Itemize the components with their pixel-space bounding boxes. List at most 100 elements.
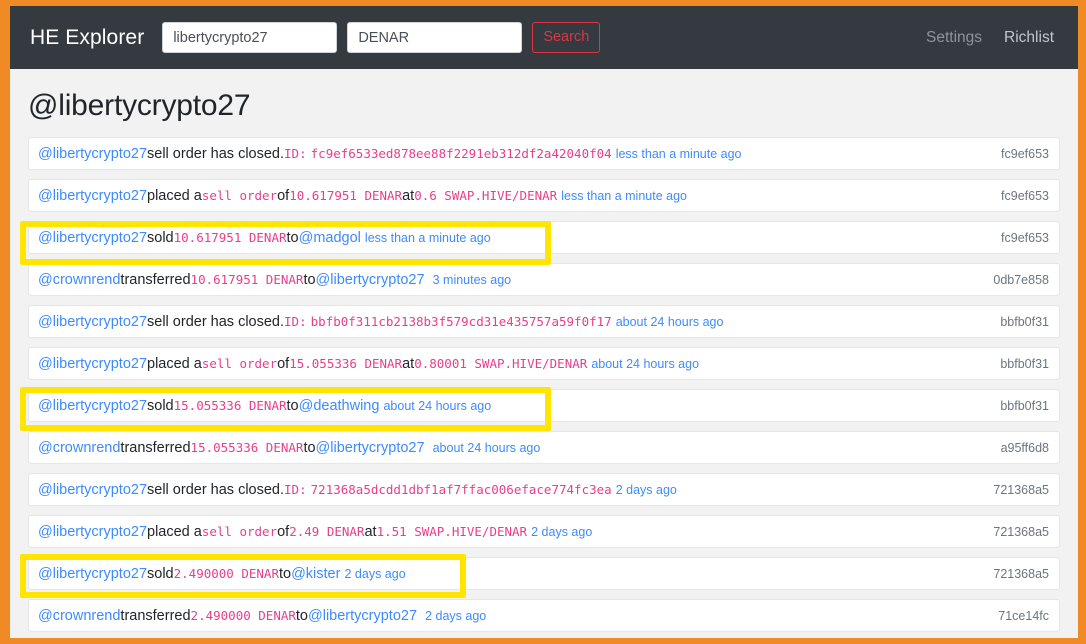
transaction-id[interactable]: 721368a5 xyxy=(979,483,1049,497)
top-navbar: HE Explorer Search Settings Richlist xyxy=(10,6,1078,69)
activity-row[interactable]: @libertycrypto27 sell order has closed. … xyxy=(28,137,1060,170)
account-link[interactable]: @libertycrypto27 xyxy=(316,272,425,288)
transaction-id[interactable]: a95ff6d8 xyxy=(987,441,1049,455)
account-link[interactable]: @crownrend xyxy=(38,272,120,288)
token-value: sell order xyxy=(201,355,278,371)
account-link[interactable]: @crownrend xyxy=(38,608,120,624)
activity-row[interactable]: @libertycrypto27 sold 10.617951 DENAR to… xyxy=(28,221,1060,254)
row-text: transferred xyxy=(120,271,191,288)
activity-row-text: @libertycrypto27 sell order has closed. … xyxy=(38,314,723,330)
nav-link-richlist[interactable]: Richlist xyxy=(1004,29,1054,47)
account-link[interactable]: @libertycrypto27 xyxy=(308,608,417,624)
token-value: 10.617951 DENAR xyxy=(190,271,304,287)
account-link[interactable]: @libertycrypto27 xyxy=(38,566,147,582)
row-text: sold xyxy=(147,397,174,414)
activity-row[interactable]: @libertycrypto27 sell order has closed. … xyxy=(28,473,1060,506)
token-value: ID: xyxy=(284,313,307,329)
transaction-id[interactable]: 0db7e858 xyxy=(979,273,1049,287)
token-value: 1.51 SWAP.HIVE/DENAR xyxy=(376,523,528,539)
row-text: placed a xyxy=(147,187,202,204)
token-value: 10.617951 DENAR xyxy=(289,187,403,203)
transaction-id[interactable]: fc9ef653 xyxy=(987,189,1049,203)
activity-row[interactable]: @crownrend transferred 10.617951 DENAR t… xyxy=(28,263,1060,296)
account-link[interactable]: @libertycrypto27 xyxy=(38,188,147,204)
symbol-search-input[interactable] xyxy=(347,22,523,53)
brand-logo[interactable]: HE Explorer xyxy=(30,26,144,50)
account-link[interactable]: @libertycrypto27 xyxy=(38,230,147,246)
row-text xyxy=(425,440,433,456)
token-value: 721368a5dcdd1dbf1af7ffac006eface774fc3ea xyxy=(310,481,612,497)
account-link[interactable]: @deathwing xyxy=(299,398,380,414)
row-text: placed a xyxy=(147,523,202,540)
browser-viewport: HE Explorer Search Settings Richlist @li… xyxy=(10,6,1078,638)
activity-row[interactable]: @libertycrypto27 placed a sell order of … xyxy=(28,179,1060,212)
row-text: to xyxy=(303,271,316,288)
row-text: transferred xyxy=(120,607,191,624)
row-text: at xyxy=(402,355,415,372)
row-text xyxy=(425,272,433,288)
account-link[interactable]: @libertycrypto27 xyxy=(38,524,147,540)
activity-row[interactable]: @libertycrypto27 sold 15.055336 DENAR to… xyxy=(28,389,1060,422)
relative-time: about 24 hours ago xyxy=(432,440,541,455)
search-form: Search xyxy=(162,22,601,53)
activity-row[interactable]: @crownrend transferred 15.055336 DENAR t… xyxy=(28,431,1060,464)
activity-row-text: @libertycrypto27 placed a sell order of … xyxy=(38,524,592,540)
account-link[interactable]: @libertycrypto27 xyxy=(38,314,147,330)
account-link[interactable]: @libertycrypto27 xyxy=(38,398,147,414)
token-value: 2.490000 DENAR xyxy=(190,607,296,623)
transaction-id[interactable]: fc9ef653 xyxy=(987,231,1049,245)
account-search-input[interactable] xyxy=(162,22,338,53)
token-value: 10.617951 DENAR xyxy=(173,229,287,245)
account-link[interactable]: @libertycrypto27 xyxy=(38,356,147,372)
transaction-id[interactable]: bbfb0f31 xyxy=(986,357,1049,371)
token-value: 2.49 DENAR xyxy=(289,523,365,539)
activity-row-text: @libertycrypto27 sell order has closed. … xyxy=(38,482,677,498)
transaction-id[interactable]: fc9ef653 xyxy=(987,147,1049,161)
token-value: sell order xyxy=(201,187,278,203)
token-value: sell order xyxy=(201,523,278,539)
transaction-id[interactable]: 721368a5 xyxy=(979,525,1049,539)
account-link[interactable]: @libertycrypto27 xyxy=(38,146,147,162)
row-text: sold xyxy=(147,229,174,246)
activity-row-text: @crownrend transferred 10.617951 DENAR t… xyxy=(38,272,511,288)
activity-row-text: @crownrend transferred 15.055336 DENAR t… xyxy=(38,440,540,456)
page-title: @libertycrypto27 xyxy=(28,89,251,122)
activity-row-text: @libertycrypto27 placed a sell order of … xyxy=(38,188,687,204)
row-text: to xyxy=(278,565,292,582)
activity-row-text: @crownrend transferred 2.490000 DENAR to… xyxy=(38,608,486,624)
account-link[interactable]: @crownrend xyxy=(38,440,120,456)
transaction-id[interactable]: bbfb0f31 xyxy=(986,315,1049,329)
row-text: at xyxy=(364,523,377,540)
relative-time: 2 days ago xyxy=(531,524,593,539)
relative-time: less than a minute ago xyxy=(364,230,491,245)
transaction-id[interactable]: 71ce14fc xyxy=(984,609,1049,623)
activity-row[interactable]: @crownrend transferred 2.490000 DENAR to… xyxy=(28,599,1060,632)
row-text: of xyxy=(277,523,290,540)
activity-row[interactable]: @libertycrypto27 placed a sell order of … xyxy=(28,347,1060,380)
account-link[interactable]: @kister xyxy=(291,566,340,582)
row-text: sell order has closed. xyxy=(147,313,285,330)
search-button[interactable]: Search xyxy=(532,22,601,53)
account-link[interactable]: @madgol xyxy=(299,230,361,246)
relative-time: less than a minute ago xyxy=(615,146,742,161)
row-text: to xyxy=(295,607,308,624)
relative-time: 2 days ago xyxy=(615,482,677,497)
token-value: fc9ef6533ed878ee88f2291eb312df2a42040f04 xyxy=(310,145,612,161)
activity-row-text: @libertycrypto27 placed a sell order of … xyxy=(38,356,699,372)
activity-row-text: @libertycrypto27 sold 2.490000 DENAR to … xyxy=(38,566,406,582)
nav-link-settings[interactable]: Settings xyxy=(926,29,982,47)
row-text: to xyxy=(303,439,316,456)
transaction-id[interactable]: bbfb0f31 xyxy=(986,399,1049,413)
row-text: sell order has closed. xyxy=(147,481,285,498)
activity-row[interactable]: @libertycrypto27 placed a sell order of … xyxy=(28,515,1060,548)
activity-row[interactable]: @libertycrypto27 sold 2.490000 DENAR to … xyxy=(28,557,1060,590)
row-text: sold xyxy=(147,565,174,582)
transaction-id[interactable]: 721368a5 xyxy=(979,567,1049,581)
row-text xyxy=(417,608,425,624)
relative-time: about 24 hours ago xyxy=(591,356,700,371)
account-link[interactable]: @libertycrypto27 xyxy=(316,440,425,456)
row-text: of xyxy=(277,355,290,372)
token-value: 2.490000 DENAR xyxy=(173,565,279,581)
account-link[interactable]: @libertycrypto27 xyxy=(38,482,147,498)
activity-row[interactable]: @libertycrypto27 sell order has closed. … xyxy=(28,305,1060,338)
